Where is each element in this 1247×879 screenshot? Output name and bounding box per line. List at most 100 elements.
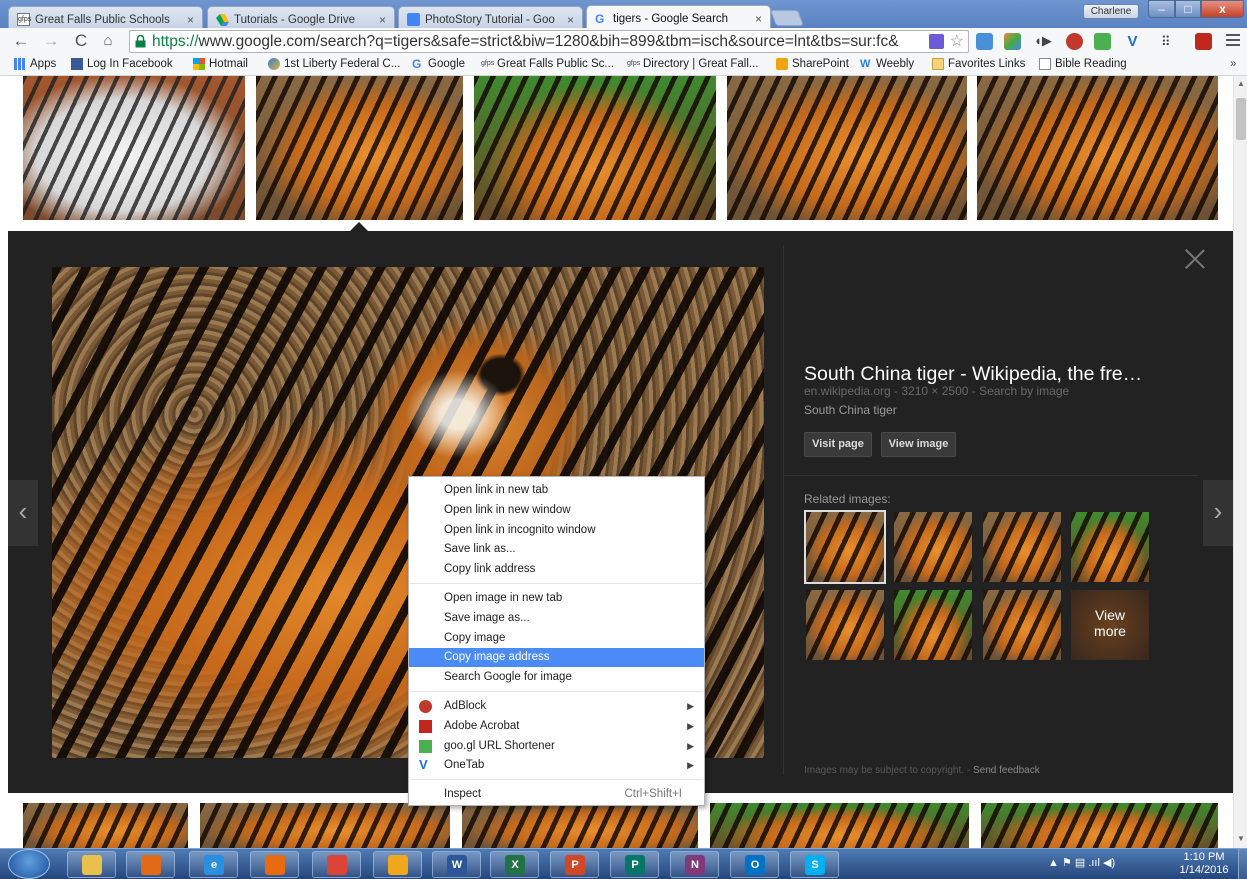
result-thumbnail[interactable] xyxy=(474,76,716,220)
close-tab-icon[interactable]: × xyxy=(379,13,386,27)
bookmark-1st-liberty[interactable]: 1st Liberty Federal C... xyxy=(268,58,400,70)
result-thumbnail[interactable] xyxy=(23,803,188,848)
bookmark-google[interactable]: G Google xyxy=(412,58,465,70)
taskbar-button[interactable] xyxy=(312,851,361,878)
menu-item-open-link-new-window[interactable]: Open link in new window xyxy=(409,501,704,520)
taskbar-button[interactable]: S xyxy=(790,851,839,878)
menu-item-googl-shortener[interactable]: goo.gl URL Shortener ▶ xyxy=(409,737,704,756)
menu-item-open-link-new-tab[interactable]: Open link in new tab xyxy=(409,481,704,500)
taskbar-button[interactable] xyxy=(250,851,299,878)
send-feedback-link[interactable]: Send feedback xyxy=(973,765,1040,776)
bookmark-hotmail[interactable]: Hotmail xyxy=(193,58,248,70)
scroll-up-arrow-icon[interactable]: ▲ xyxy=(1237,79,1245,88)
extension-icon[interactable] xyxy=(976,33,993,50)
visit-page-button[interactable]: Visit page xyxy=(804,432,872,457)
result-thumbnail[interactable] xyxy=(256,76,463,220)
close-icon[interactable] xyxy=(1183,246,1207,270)
taskbar-button[interactable] xyxy=(126,851,175,878)
related-image-thumbnail[interactable] xyxy=(1071,512,1149,582)
result-thumbnail[interactable] xyxy=(710,803,969,848)
taskbar-button[interactable] xyxy=(67,851,116,878)
forward-arrow-icon[interactable]: → xyxy=(41,31,61,51)
image-title-link[interactable]: South China tiger - Wikipedia, the fre… xyxy=(804,363,1184,386)
related-image-thumbnail[interactable] xyxy=(804,510,886,584)
menu-item-open-link-incognito[interactable]: Open link in incognito window xyxy=(409,521,704,540)
menu-item-save-image-as[interactable]: Save image as... xyxy=(409,609,704,628)
close-tab-icon[interactable]: × xyxy=(187,13,194,27)
menu-item-copy-link-address[interactable]: Copy link address xyxy=(409,560,704,579)
address-bar[interactable]: https://www.google.com/search?q=tigers&s… xyxy=(129,30,969,53)
result-thumbnail[interactable] xyxy=(23,76,245,220)
taskbar-button[interactable]: e xyxy=(189,851,238,878)
taskbar-button[interactable]: O xyxy=(730,851,779,878)
related-image-thumbnail[interactable] xyxy=(894,512,972,582)
menu-item-adblock[interactable]: AdBlock ▶ xyxy=(409,697,704,716)
scroll-down-arrow-icon[interactable]: ▼ xyxy=(1237,834,1245,843)
start-button-icon[interactable] xyxy=(8,849,50,879)
adblock-icon[interactable] xyxy=(1066,33,1083,50)
home-icon[interactable]: ⌂ xyxy=(98,31,118,51)
tab-tigers-google-search[interactable]: G tigers - Google Search × xyxy=(586,5,771,28)
previous-image-arrow[interactable]: ‹ xyxy=(8,480,38,546)
bookmark-apps[interactable]: Apps xyxy=(14,58,56,70)
bookmark-bible-reading[interactable]: Bible Reading xyxy=(1039,58,1127,70)
tab-great-falls-public-schools[interactable]: gfps Great Falls Public Schools × xyxy=(8,6,203,28)
menu-item-adobe-acrobat[interactable]: Adobe Acrobat ▶ xyxy=(409,717,704,736)
result-thumbnail[interactable] xyxy=(200,803,450,848)
menu-item-copy-image[interactable]: Copy image xyxy=(409,629,704,648)
onetab-icon[interactable]: V xyxy=(1124,33,1141,50)
related-image-thumbnail[interactable] xyxy=(983,590,1061,660)
bookmark-great-falls[interactable]: gfps Great Falls Public Sc... xyxy=(481,58,614,70)
close-tab-icon[interactable]: × xyxy=(567,13,574,27)
related-image-thumbnail[interactable] xyxy=(806,590,884,660)
bookmark-sharepoint[interactable]: SharePoint xyxy=(776,58,849,70)
extension-icon[interactable]: ◖▶ xyxy=(1034,33,1052,50)
bookmark-weebly[interactable]: W Weebly xyxy=(860,58,914,70)
close-window-button[interactable]: x xyxy=(1201,0,1244,18)
related-image-thumbnail[interactable] xyxy=(894,590,972,660)
bookmark-directory[interactable]: gfps Directory | Great Fall... xyxy=(627,58,758,70)
minimize-button[interactable]: – xyxy=(1148,0,1175,18)
taskbar-button[interactable]: P xyxy=(550,851,599,878)
taskbar-button[interactable] xyxy=(373,851,422,878)
result-thumbnail[interactable] xyxy=(981,803,1218,848)
bookmark-facebook[interactable]: Log In Facebook xyxy=(71,58,173,70)
system-tray[interactable]: ▲ ⚑ ▤ .ııl ◀) xyxy=(1048,856,1115,869)
menu-item-save-link-as[interactable]: Save link as... xyxy=(409,540,704,559)
related-image-thumbnail[interactable] xyxy=(983,512,1061,582)
bookmark-favorites-links[interactable]: Favorites Links xyxy=(932,58,1025,70)
chrome-menu-icon[interactable] xyxy=(1226,34,1240,48)
clock[interactable]: 1:10 PM 1/14/2016 xyxy=(1172,851,1236,877)
view-image-button[interactable]: View image xyxy=(881,432,956,457)
extension-icon[interactable] xyxy=(1004,33,1021,50)
taskbar-button[interactable]: P xyxy=(610,851,659,878)
tab-photostory-tutorial[interactable]: PhotoStory Tutorial - Goo × xyxy=(398,6,583,28)
bookmarks-overflow-button[interactable]: » xyxy=(1230,58,1236,70)
new-tab-button[interactable] xyxy=(770,10,804,26)
result-thumbnail[interactable] xyxy=(977,76,1218,220)
tab-google-drive[interactable]: Tutorials - Google Drive × xyxy=(207,6,395,28)
translate-icon[interactable] xyxy=(929,34,944,49)
profile-button[interactable]: Charlene xyxy=(1083,4,1139,19)
show-desktop-button[interactable] xyxy=(1238,849,1247,879)
acrobat-icon[interactable] xyxy=(1195,33,1212,50)
taskbar-button[interactable]: N xyxy=(670,851,719,878)
menu-item-copy-image-address[interactable]: Copy image address xyxy=(409,648,704,667)
menu-item-open-image-new-tab[interactable]: Open image in new tab xyxy=(409,589,704,608)
maximize-button[interactable]: □ xyxy=(1175,0,1201,18)
scroll-thumb[interactable] xyxy=(1236,98,1246,140)
close-tab-icon[interactable]: × xyxy=(755,12,762,26)
menu-item-search-google-for-image[interactable]: Search Google for image xyxy=(409,668,704,687)
result-thumbnail[interactable] xyxy=(727,76,967,220)
page-scrollbar[interactable]: ▲ ▼ xyxy=(1233,76,1247,848)
apps-grid-icon[interactable]: ⠿ xyxy=(1161,33,1178,50)
bookmark-star-icon[interactable]: ☆ xyxy=(950,31,964,52)
taskbar-button[interactable]: W xyxy=(432,851,481,878)
reload-icon[interactable]: C xyxy=(71,31,91,51)
back-arrow-icon[interactable]: ← xyxy=(11,31,31,51)
menu-item-inspect[interactable]: Inspect Ctrl+Shift+I xyxy=(409,785,704,804)
googl-shortener-icon[interactable] xyxy=(1094,33,1111,50)
result-thumbnail[interactable] xyxy=(462,803,698,848)
next-image-arrow[interactable]: › xyxy=(1203,480,1233,546)
menu-item-onetab[interactable]: V OneTab ▶ xyxy=(409,756,704,775)
